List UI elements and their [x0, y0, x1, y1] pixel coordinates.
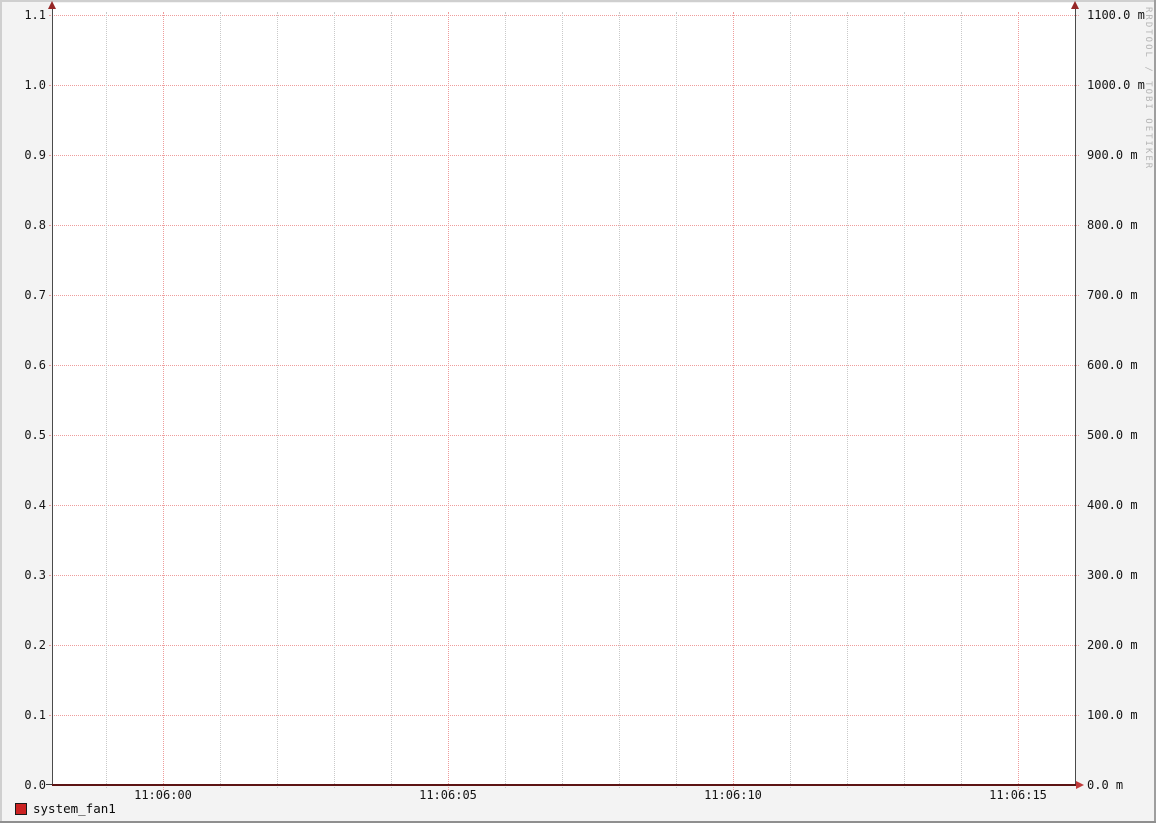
gridline-horizontal-major [49, 715, 1079, 716]
y-axis-label-left: 0.9 [24, 148, 46, 162]
gridline-vertical-minor [391, 12, 392, 788]
legend-swatch-system_fan1 [15, 803, 27, 815]
gridline-vertical-minor [847, 12, 848, 788]
y-axis-label-right: 200.0 m [1087, 638, 1138, 652]
y-axis-label-left: 0.2 [24, 638, 46, 652]
y-axis-label-right: 700.0 m [1087, 288, 1138, 302]
y-axis-label-right: 100.0 m [1087, 708, 1138, 722]
gridline-vertical-major [448, 12, 449, 790]
gridline-horizontal-major [49, 155, 1079, 156]
gridline-horizontal-major [49, 225, 1079, 226]
x-axis-label: 11:06:05 [419, 788, 477, 802]
x-axis-label: 11:06:15 [989, 788, 1047, 802]
gridline-horizontal-major [49, 85, 1079, 86]
y-axis-label-left: 0.1 [24, 708, 46, 722]
rrdtool-graph: 1.1 1100.0 m 1.0 1000.0 m 0.9 900.0 m 0.8 800.0… [0, 0, 1156, 823]
y-axis-label-right: 500.0 m [1087, 428, 1138, 442]
y-axis-label-left: 1.1 [24, 8, 46, 22]
image-border-top [0, 0, 1156, 2]
gridline-vertical-major [1018, 12, 1019, 790]
gridline-horizontal-major [49, 645, 1079, 646]
zero-tick [46, 784, 52, 785]
gridline-vertical-major [163, 12, 164, 790]
gridline-horizontal-major [49, 365, 1079, 366]
gridline-vertical-minor [961, 12, 962, 788]
gridline-horizontal-major [49, 505, 1079, 506]
y-axis-label-right: 400.0 m [1087, 498, 1138, 512]
gridline-vertical-minor [334, 12, 335, 788]
gridline-horizontal-major [49, 15, 1079, 16]
gridline-vertical-major [733, 12, 734, 790]
gridline-vertical-minor [562, 12, 563, 788]
gridline-horizontal-major [49, 575, 1079, 576]
gridline-vertical-minor [904, 12, 905, 788]
gridline-vertical-minor [676, 12, 677, 788]
left-y-axis [52, 6, 53, 786]
x-axis-label: 11:06:10 [704, 788, 762, 802]
y-axis-label-right: 300.0 m [1087, 568, 1138, 582]
gridline-vertical-minor [106, 12, 107, 788]
rrdtool-watermark: RRDTOOL / TOBI OETIKER [1143, 7, 1153, 171]
right-y-axis [1075, 6, 1076, 786]
y-axis-label-left: 0.7 [24, 288, 46, 302]
y-axis-label-left: 0.5 [24, 428, 46, 442]
y-axis-label-left: 0.8 [24, 218, 46, 232]
y-axis-label-left: 0.4 [24, 498, 46, 512]
x-axis-label: 11:06:00 [134, 788, 192, 802]
gridline-vertical-minor [619, 12, 620, 788]
image-border-left [0, 0, 2, 823]
gridline-horizontal-major [49, 295, 1079, 296]
plot-area [52, 3, 1075, 785]
x-axis-arrow-icon [1076, 781, 1084, 789]
gridline-vertical-minor [505, 12, 506, 788]
y-axis-label-right: 0.0 m [1087, 778, 1124, 792]
y-axis-label-left: 1.0 [24, 78, 46, 92]
right-axis-arrow-icon [1071, 1, 1079, 9]
gridline-vertical-minor [220, 12, 221, 788]
y-axis-label-right: 800.0 m [1087, 218, 1138, 232]
gridline-vertical-minor [277, 12, 278, 788]
y-axis-label-left: 0.0 [24, 778, 46, 792]
y-axis-label-right: 600.0 m [1087, 358, 1138, 372]
legend-label: system_fan1 [33, 801, 116, 816]
y-axis-label-left: 0.6 [24, 358, 46, 372]
series-line-system_fan1 [52, 784, 1081, 786]
gridline-vertical-minor [790, 12, 791, 788]
gridline-horizontal-major [49, 435, 1079, 436]
y-axis-label-left: 0.3 [24, 568, 46, 582]
left-axis-arrow-icon [48, 1, 56, 9]
